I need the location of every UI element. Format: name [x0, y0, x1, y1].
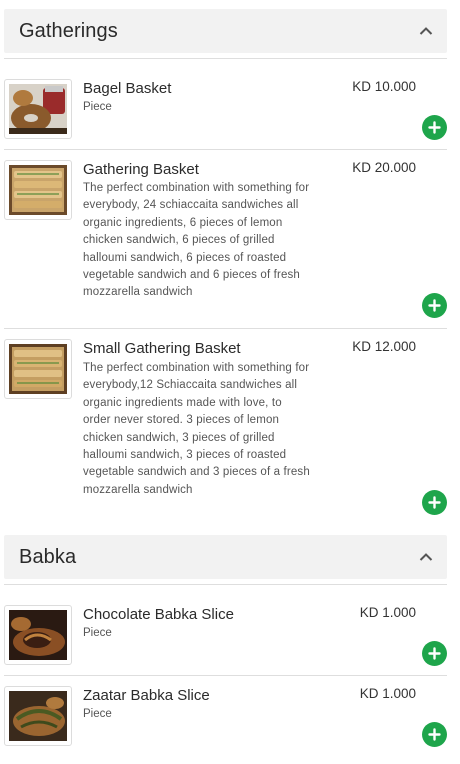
- menu-item-small-gathering-basket[interactable]: Small Gathering Basket The perfect combi…: [4, 339, 447, 519]
- sandwich-tray-photo: [4, 160, 72, 220]
- item-price: KD 12.000: [352, 339, 416, 354]
- section-header-babka[interactable]: Babka: [4, 535, 447, 579]
- sandwich-tray-photo: [4, 339, 72, 399]
- item-name: Bagel Basket: [83, 80, 172, 97]
- item-unit: Piece: [83, 627, 112, 639]
- zaatar-babka-photo: [4, 686, 72, 746]
- plus-icon: [428, 299, 441, 312]
- divider: [4, 149, 447, 150]
- add-to-cart-button[interactable]: [422, 293, 447, 318]
- divider: [4, 584, 447, 585]
- plus-icon: [428, 121, 441, 134]
- item-description: The perfect combination with something f…: [83, 182, 310, 299]
- menu-item-chocolate-babka-slice[interactable]: Chocolate Babka Slice Piece KD 1.000: [4, 605, 447, 667]
- divider: [4, 58, 447, 59]
- item-unit: Piece: [83, 101, 112, 113]
- item-description: The perfect combination with something f…: [83, 362, 310, 496]
- item-price: KD 1.000: [359, 686, 416, 701]
- section-title: Babka: [19, 545, 77, 568]
- chevron-up-icon[interactable]: [419, 550, 433, 564]
- plus-icon: [428, 496, 441, 509]
- section-title: Gatherings: [19, 19, 118, 42]
- item-unit: Piece: [83, 708, 112, 720]
- plus-icon: [428, 647, 441, 660]
- add-to-cart-button[interactable]: [422, 490, 447, 515]
- chevron-up-icon[interactable]: [419, 24, 433, 38]
- item-name: Small Gathering Basket: [83, 340, 241, 357]
- menu-item-zaatar-babka-slice[interactable]: Zaatar Babka Slice Piece KD 1.000: [4, 686, 447, 748]
- item-price: KD 1.000: [359, 605, 416, 620]
- item-price: KD 10.000: [352, 79, 416, 94]
- divider: [4, 675, 447, 676]
- bagel-basket-photo: [4, 79, 72, 139]
- section-header-gatherings[interactable]: Gatherings: [4, 9, 447, 53]
- add-to-cart-button[interactable]: [422, 641, 447, 666]
- item-price: KD 20.000: [352, 160, 416, 175]
- plus-icon: [428, 728, 441, 741]
- chocolate-babka-photo: [4, 605, 72, 665]
- item-name: Zaatar Babka Slice: [83, 687, 210, 704]
- menu-item-gathering-basket[interactable]: Gathering Basket The perfect combination…: [4, 160, 447, 320]
- item-name: Gathering Basket: [83, 161, 199, 178]
- item-name: Chocolate Babka Slice: [83, 606, 234, 623]
- add-to-cart-button[interactable]: [422, 115, 447, 140]
- menu-item-bagel-basket[interactable]: Bagel Basket Piece KD 10.000: [4, 79, 447, 141]
- divider: [4, 328, 447, 329]
- add-to-cart-button[interactable]: [422, 722, 447, 747]
